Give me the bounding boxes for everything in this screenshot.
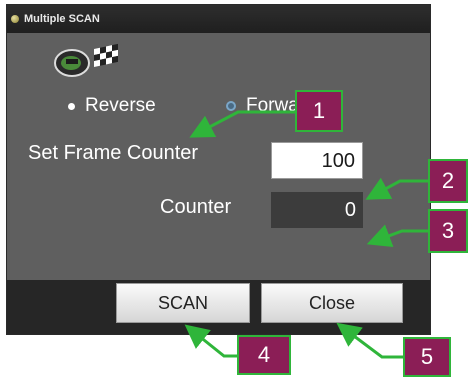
app-icon xyxy=(11,15,19,23)
callout-4: 4 xyxy=(237,335,291,375)
set-frame-counter-label: Set Frame Counter xyxy=(28,142,199,164)
counter-label: Counter xyxy=(160,196,232,218)
callout-2: 2 xyxy=(428,159,468,203)
scanner-flag-logo-icon xyxy=(54,43,118,77)
title-bar: Multiple SCAN xyxy=(7,5,430,33)
callout-5: 5 xyxy=(403,337,451,377)
reverse-radio[interactable]: Reverse xyxy=(68,95,156,117)
reverse-label: Reverse xyxy=(85,95,156,116)
direction-radio-group: Reverse Forward xyxy=(0,95,472,125)
callout-1: 1 xyxy=(295,90,343,132)
callout-3: 3 xyxy=(428,209,468,253)
radio-selected-icon xyxy=(68,102,75,110)
arrow-4 xyxy=(184,324,237,358)
radio-unselected-icon xyxy=(226,101,236,111)
scan-button[interactable]: SCAN xyxy=(116,283,250,323)
close-button[interactable]: Close xyxy=(261,283,403,323)
counter-display: 0 xyxy=(271,192,363,228)
set-frame-counter-input[interactable]: 100 xyxy=(271,142,363,179)
window-title: Multiple SCAN xyxy=(24,13,100,25)
